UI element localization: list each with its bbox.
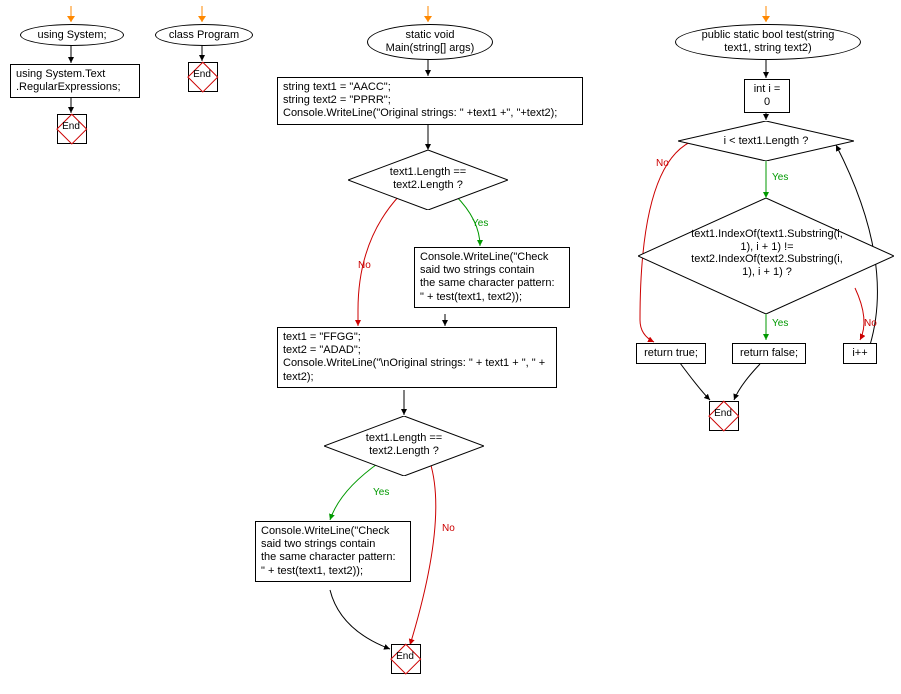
- entry-label: class Program: [169, 29, 239, 42]
- entry-label: using System;: [37, 29, 106, 42]
- main-init2: text1 = "FFGG"; text2 = "ADAD"; Console.…: [277, 327, 557, 388]
- no-label: No: [358, 260, 371, 271]
- end-2: End: [188, 62, 216, 90]
- yes-label: Yes: [472, 218, 488, 229]
- end-label: End: [709, 408, 737, 419]
- no-label: No: [442, 523, 455, 534]
- no-label: No: [864, 318, 877, 329]
- test-return-true: return true;: [636, 343, 706, 364]
- no-label: No: [656, 158, 669, 169]
- test-incr: i++: [843, 343, 877, 364]
- entry-main: static void Main(string[] args): [367, 24, 493, 60]
- end-1: End: [57, 114, 85, 142]
- stmt-text: using System.Text .RegularExpressions;: [16, 68, 121, 93]
- stmt-text: return true;: [644, 347, 698, 359]
- yes-label: Yes: [772, 172, 788, 183]
- end-label: End: [188, 69, 216, 80]
- stmt-text: text1 = "FFGG"; text2 = "ADAD"; Console.…: [283, 331, 545, 383]
- main-dec2-text: text1.Length == text2.Length ?: [354, 432, 454, 457]
- main-dec1-text: text1.Length == text2.Length ?: [378, 166, 478, 191]
- yes-label: Yes: [772, 318, 788, 329]
- end-4: End: [709, 401, 737, 429]
- stmt-text: string text1 = "AACC"; string text2 = "P…: [283, 81, 557, 119]
- entry-label: static void Main(string[] args): [386, 29, 475, 54]
- test-loopcond-text: i < text1.Length ?: [708, 135, 824, 147]
- end-3: End: [391, 644, 419, 672]
- test-return-false: return false;: [732, 343, 806, 364]
- entry-using-system: using System;: [20, 24, 124, 46]
- entry-class-program: class Program: [155, 24, 253, 46]
- end-label: End: [57, 121, 85, 132]
- stmt-text: int i = 0: [754, 83, 781, 108]
- main-init1: string text1 = "AACC"; string text2 = "P…: [277, 77, 583, 125]
- stmt-text: Console.WriteLine("Check said two string…: [261, 525, 396, 577]
- entry-test: public static bool test(string text1, st…: [675, 24, 861, 60]
- stmt-regex: using System.Text .RegularExpressions;: [10, 64, 140, 98]
- main-print2: Console.WriteLine("Check said two string…: [255, 521, 411, 582]
- test-idxcond-text: text1.IndexOf(text1.Substring(i, 1), i +…: [672, 228, 862, 279]
- entry-label: public static bool test(string text1, st…: [702, 29, 835, 54]
- stmt-text: i++: [852, 347, 867, 359]
- yes-label: Yes: [373, 487, 389, 498]
- main-print1: Console.WriteLine("Check said two string…: [414, 247, 570, 308]
- stmt-text: return false;: [740, 347, 798, 359]
- stmt-text: Console.WriteLine("Check said two string…: [420, 251, 555, 303]
- test-init-i: int i = 0: [744, 79, 790, 113]
- end-label: End: [391, 651, 419, 662]
